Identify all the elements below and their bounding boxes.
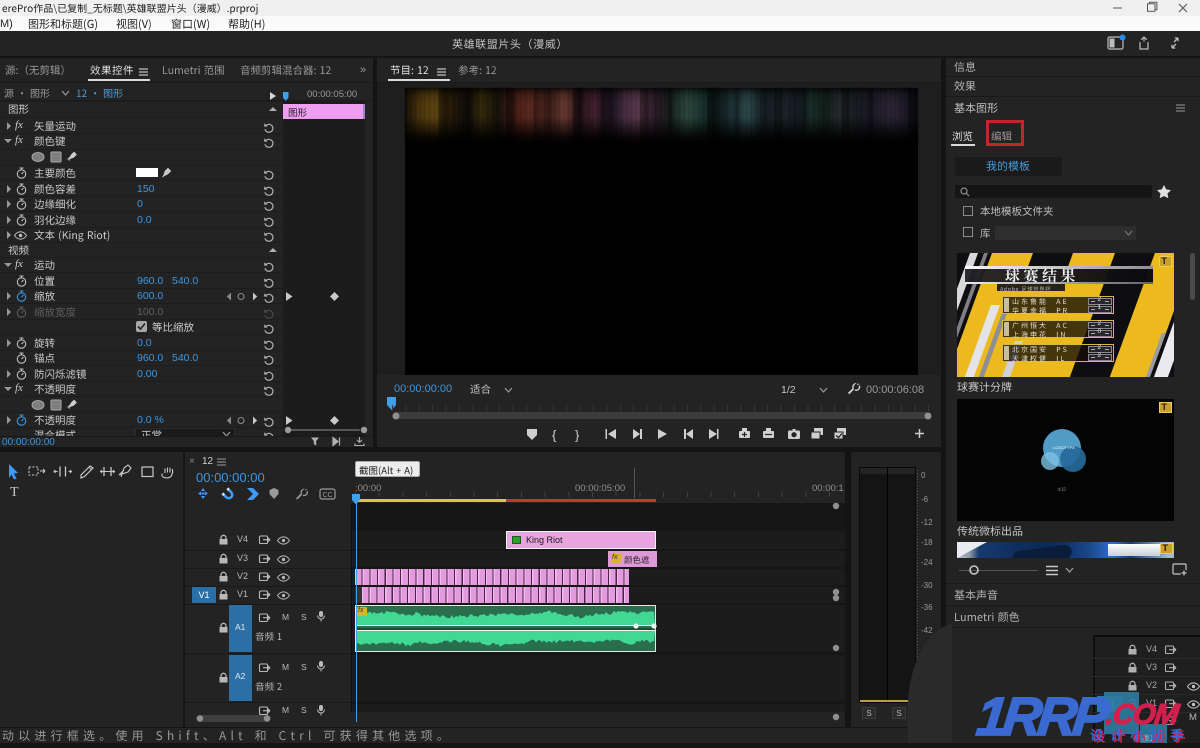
svg-text:{: { xyxy=(552,428,557,443)
svg-text:CC: CC xyxy=(323,492,333,499)
svg-text:}: } xyxy=(575,428,580,443)
svg-text:LOGOTYPE: LOGOTYPE xyxy=(1053,445,1075,450)
